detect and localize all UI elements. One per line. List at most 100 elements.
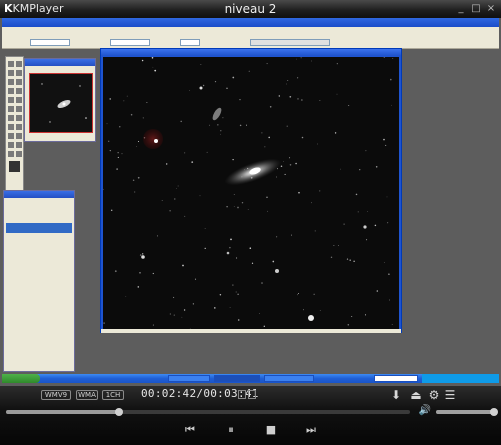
background-star: [237, 319, 240, 321]
background-star: [319, 100, 321, 101]
background-star: [125, 296, 127, 298]
taskbar-item: [374, 375, 418, 382]
windows-taskbar: [2, 374, 499, 383]
background-star: [258, 313, 260, 314]
background-star: [204, 247, 206, 250]
background-star: [204, 228, 206, 229]
background-star: [152, 324, 154, 326]
background-star: [217, 124, 219, 126]
background-star: [359, 169, 361, 171]
volume-icon[interactable]: 🔊: [418, 405, 432, 417]
background-star: [241, 201, 244, 204]
seek-bar[interactable]: [6, 410, 410, 414]
previous-button[interactable]: ⏮: [182, 423, 198, 437]
background-star: [121, 153, 123, 155]
photoshop-menu-bar: [2, 27, 499, 36]
background-star: [283, 161, 284, 162]
background-star: [114, 270, 117, 273]
background-star: [220, 133, 221, 135]
background-star: [355, 193, 358, 196]
stop-button[interactable]: ■: [263, 423, 279, 437]
volume-slider[interactable]: [436, 410, 496, 414]
options-field: [30, 39, 70, 46]
background-star: [142, 117, 144, 119]
volume-thumb[interactable]: [490, 408, 498, 416]
background-star: [235, 291, 237, 293]
background-star: [119, 126, 121, 128]
background-star: [261, 282, 263, 284]
maximize-button[interactable]: □: [470, 3, 482, 15]
settings-gear-icon[interactable]: ⚙: [428, 389, 440, 401]
background-star: [391, 104, 392, 106]
eject-icon[interactable]: ⏏: [410, 389, 422, 401]
background-star: [126, 95, 128, 97]
kmplayer-title-bar[interactable]: KKMPlayer niveau 2 _ □ ×: [0, 0, 501, 18]
background-star: [330, 256, 333, 259]
download-icon[interactable]: ⬇: [390, 389, 402, 401]
background-star: [266, 63, 268, 65]
background-star: [232, 158, 234, 161]
minimize-button[interactable]: _: [455, 3, 467, 15]
time-mode-button[interactable]: [238, 390, 246, 399]
taskbar-item: [168, 375, 210, 382]
next-button[interactable]: ⏭: [303, 423, 319, 437]
background-star: [103, 322, 105, 324]
background-star: [177, 185, 179, 187]
background-star: [297, 98, 299, 100]
background-star: [286, 125, 288, 127]
background-star: [109, 98, 111, 100]
background-star: [194, 278, 197, 280]
channel-badge: 1CH: [102, 390, 124, 400]
background-star: [214, 80, 217, 83]
playlist-icon[interactable]: ☰: [444, 389, 456, 401]
background-star: [376, 290, 379, 292]
background-star: [272, 260, 275, 263]
background-star: [209, 124, 211, 126]
background-star: [319, 190, 321, 192]
volume-level: [436, 410, 493, 414]
background-star: [287, 79, 289, 82]
background-star: [180, 120, 182, 123]
background-star: [280, 165, 283, 168]
current-time: 00:02:42: [141, 387, 197, 400]
background-star: [374, 224, 377, 227]
background-star: [385, 144, 387, 146]
background-star: [219, 294, 222, 296]
background-star: [146, 102, 148, 103]
background-star: [200, 64, 202, 65]
background-star: [311, 60, 312, 62]
background-star: [302, 309, 304, 311]
background-star: [375, 166, 378, 168]
background-star: [367, 211, 369, 212]
background-star: [116, 168, 118, 170]
background-star: [192, 303, 195, 305]
taskbar-item: [264, 375, 314, 382]
background-star: [313, 293, 315, 295]
background-star: [366, 239, 368, 241]
background-star: [183, 309, 186, 311]
time-mode-button-2[interactable]: [248, 390, 256, 399]
background-star: [130, 113, 133, 116]
background-star: [319, 310, 321, 311]
seek-thumb[interactable]: [115, 408, 123, 416]
background-star: [392, 58, 394, 59]
background-star: [297, 294, 299, 296]
background-star: [182, 264, 184, 267]
background-star: [136, 145, 137, 147]
background-star: [117, 156, 119, 158]
video-area[interactable]: [0, 18, 501, 386]
background-star: [269, 106, 272, 108]
close-button[interactable]: ×: [485, 3, 497, 15]
background-star: [289, 164, 292, 166]
background-star: [169, 313, 171, 315]
pause-button[interactable]: ⏸: [223, 423, 239, 437]
background-star: [298, 293, 299, 294]
background-star: [383, 138, 385, 141]
background-star: [156, 235, 158, 237]
background-star: [340, 168, 341, 170]
document-status-bar: [101, 329, 401, 333]
layers-panel: [3, 190, 75, 372]
background-star: [184, 152, 186, 154]
background-star: [132, 179, 135, 182]
galaxy-star-image: [103, 57, 399, 329]
